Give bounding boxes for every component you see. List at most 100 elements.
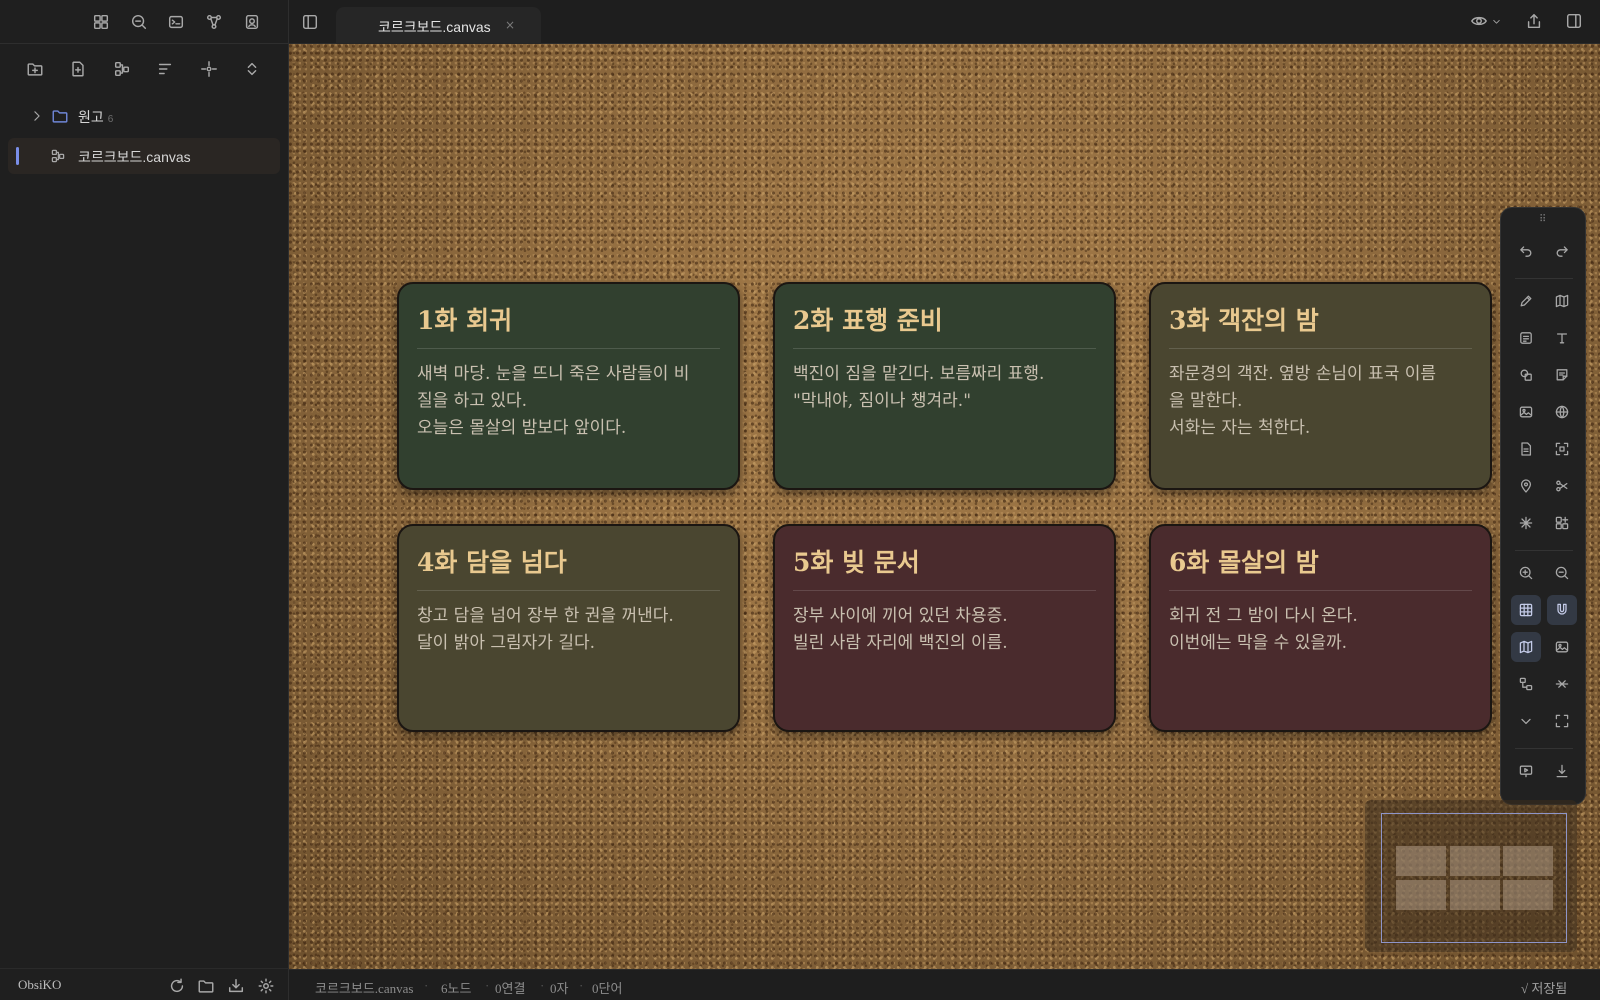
add-text-button[interactable] [1547,323,1577,353]
add-image-button[interactable] [1511,397,1541,427]
tab-close-button[interactable]: × [505,18,515,32]
folder-icon [52,110,68,123]
zoom-in-button[interactable] [1511,558,1541,588]
minimap-node [1503,880,1553,910]
reveal-active-file-button[interactable] [198,58,220,80]
card-body: 백진이 짐을 맡긴다. 보름짜리 표행. "막내야, 짐이나 챙겨라." [793,361,1096,415]
card-4[interactable]: 4화 담을 넘다 창고 담을 넘어 장부 한 권을 꺼낸다. 달이 밝아 그림자… [397,524,740,732]
card-icon [1520,332,1532,344]
new-canvas-button[interactable] [111,58,133,80]
zoom-in-icon [1519,566,1533,580]
minimap[interactable] [1365,800,1577,952]
share-button[interactable] [1525,12,1543,30]
card-2[interactable]: 2화 표행 준비 백진이 짐을 맡긴다. 보름짜리 표행. "막내야, 짐이나 … [773,282,1116,490]
card-1[interactable]: 1화 회귀 새벽 마당. 눈을 뜨니 죽은 사람들이 비 질을 하고 있다. 오… [397,282,740,490]
vault-footer: ObsiKO [0,968,289,1000]
toggle-sidebar-button[interactable] [301,13,319,31]
tab-코르크보드-canvas[interactable]: 코르크보드.canvas × [336,7,541,44]
drag-handle-icon[interactable]: ⠿ [1539,214,1546,225]
add-widget-button[interactable] [1547,508,1577,538]
redo-button[interactable] [1547,236,1577,266]
settings-button[interactable] [257,977,275,995]
new-note-button[interactable] [67,58,89,80]
snap-toggle-button[interactable] [1547,595,1577,625]
download-icon [1556,764,1568,778]
card-6[interactable]: 6화 몰살의 밤 회귀 전 그 밤이 다시 온다. 이번에는 막을 수 있을까. [1149,524,1492,732]
card-title: 6화 몰살의 밤 [1169,546,1472,591]
eye-icon [1471,16,1487,26]
presentation-icon [1519,765,1533,778]
tree-file-코르크보드-canvas[interactable]: 코르크보드.canvas [8,138,280,174]
map-button[interactable] [1547,286,1577,316]
status-links: 0연결 [495,981,526,996]
sync-button[interactable] [168,977,186,995]
status-words: 0단어 [592,981,623,996]
graph-view-button[interactable] [204,12,224,32]
export-button[interactable] [1547,756,1577,786]
card-line: 장부 사이에 끼어 있던 차용증. [793,606,1008,626]
card-line: 회귀 전 그 밤이 다시 온다. [1169,606,1358,626]
grid-icon [1519,603,1533,617]
toggle-right-sidebar-button[interactable] [1565,12,1583,30]
effects-button[interactable] [1511,508,1541,538]
draw-button[interactable] [1511,286,1541,316]
map-view-toggle-button[interactable] [1511,632,1541,662]
folder-plus-icon [27,63,43,76]
scissors-icon [1556,480,1568,492]
more-button[interactable] [1511,706,1541,736]
select-area-button[interactable] [1547,434,1577,464]
tree-folder-원고[interactable]: 원고 6 [8,98,280,134]
file-text-icon [1521,442,1532,456]
zoom-out-button[interactable] [1547,558,1577,588]
active-indicator [16,147,19,165]
folder-count: 6 [107,114,114,125]
card-line: 빌린 사람 자리에 백진의 이름. [793,633,1008,653]
magnet-icon [1557,603,1567,615]
add-web-button[interactable] [1547,397,1577,427]
card-line: 질을 하고 있다. [417,391,528,411]
vault-name[interactable]: ObsiKO [18,977,61,993]
grid-toggle-button[interactable] [1511,595,1541,625]
sort-icon [158,63,172,75]
card-5[interactable]: 5화 빚 문서 장부 사이에 끼어 있던 차용증. 빌린 사람 자리에 백진의 … [773,524,1116,732]
fullscreen-button[interactable] [1547,706,1577,736]
maximize-icon [1555,714,1569,728]
status-separator: · [485,978,490,993]
collapse-all-button[interactable] [241,58,263,80]
canvas-toolbar: ⠿ [1500,207,1586,805]
card-3[interactable]: 3화 객잔의 밤 좌문경의 객잔. 옆방 손님이 표국 이름 을 말한다. 서화… [1149,282,1492,490]
refresh-icon [170,978,184,993]
search-button[interactable] [129,12,149,32]
fold-icon [1555,680,1569,688]
undo-button[interactable] [1511,236,1541,266]
minimap-viewport[interactable] [1381,813,1567,943]
download-tray-icon [228,978,244,993]
add-file-button[interactable] [1511,434,1541,464]
sort-button[interactable] [154,58,176,80]
connect-button[interactable] [1547,471,1577,501]
profile-button[interactable] [242,12,262,32]
file-explorer-button[interactable] [91,12,111,32]
sidebar-ribbon [0,0,289,44]
card-body: 창고 담을 넘어 장부 한 권을 꺼낸다. 달이 밝아 그림자가 길다. [417,603,720,657]
collapse-button[interactable] [1547,669,1577,699]
sparkle-icon [1519,516,1533,530]
map-icon [1519,640,1533,654]
open-folder-button[interactable] [197,977,215,995]
background-image-button[interactable] [1547,632,1577,662]
reading-view-button[interactable] [1470,12,1502,30]
add-card-button[interactable] [1511,323,1541,353]
card-line: 서화는 자는 척한다. [1169,418,1311,438]
add-note-button[interactable] [1547,360,1577,390]
download-button[interactable] [227,977,245,995]
add-pin-button[interactable] [1511,471,1541,501]
card-line: 을 말한다. [1169,391,1243,411]
status-file: 코르크보드.canvas [315,981,414,996]
present-button[interactable] [1511,756,1541,786]
file-name: 코르크보드.canvas [78,149,191,165]
new-folder-button[interactable] [24,58,46,80]
arrange-button[interactable] [1511,669,1541,699]
add-shape-button[interactable] [1511,360,1541,390]
terminal-button[interactable] [166,12,186,32]
card-line: 새벽 마당. 눈을 뜨니 죽은 사람들이 비 [417,364,690,384]
